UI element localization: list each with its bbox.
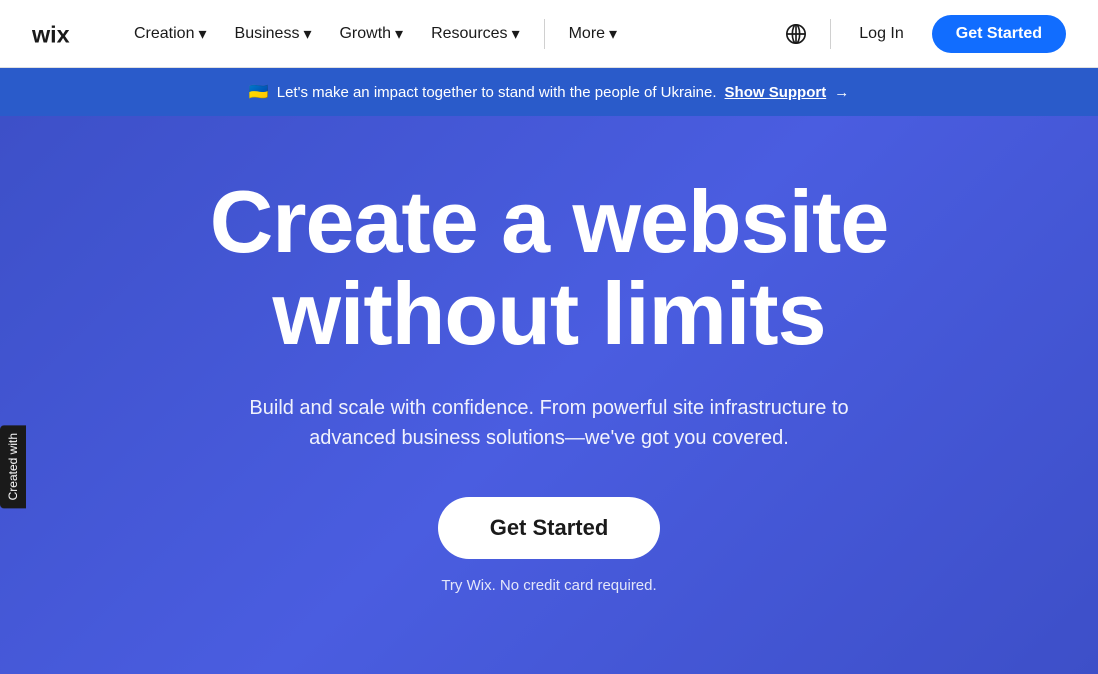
hero-subtitle: Build and scale with confidence. From po… xyxy=(249,393,849,453)
hero-get-started-button[interactable]: Get Started xyxy=(438,497,661,559)
login-button[interactable]: Log In xyxy=(847,17,915,51)
hero-title-line2: without limits xyxy=(272,264,825,363)
nav-item-growth[interactable]: Growth ▾ xyxy=(327,16,415,52)
banner-arrow-icon: → xyxy=(834,84,849,101)
hero-title: Create a website without limits xyxy=(210,176,889,361)
navbar-nav: Creation ▾ Business ▾ Growth ▾ Resources… xyxy=(122,16,778,52)
show-support-link[interactable]: Show Support xyxy=(725,84,827,101)
chevron-down-icon: ▾ xyxy=(395,24,403,44)
hero-disclaimer: Try Wix. No credit card required. xyxy=(441,577,656,594)
nav-item-resources-label: Resources xyxy=(431,25,507,43)
chevron-down-icon: ▾ xyxy=(198,24,206,44)
chevron-down-icon: ▾ xyxy=(512,24,520,44)
nav-item-business[interactable]: Business ▾ xyxy=(223,16,324,52)
hero-title-line1: Create a website xyxy=(210,172,889,271)
nav-right-divider xyxy=(830,19,831,49)
chevron-down-icon-more: ▾ xyxy=(609,24,617,44)
nav-divider xyxy=(544,19,545,49)
language-selector[interactable] xyxy=(778,16,814,52)
logo[interactable]: wix xyxy=(32,20,82,48)
get-started-nav-button[interactable]: Get Started xyxy=(932,15,1066,53)
nav-item-business-label: Business xyxy=(235,25,300,43)
navbar-right: Log In Get Started xyxy=(778,15,1066,53)
nav-item-more[interactable]: More ▾ xyxy=(557,16,629,52)
nav-more-label: More xyxy=(569,25,605,43)
nav-item-growth-label: Growth xyxy=(339,25,391,43)
created-with-tab[interactable]: Created with xyxy=(0,425,26,508)
svg-text:wix: wix xyxy=(32,21,70,47)
ukraine-banner: 🇺🇦 Let's make an impact together to stan… xyxy=(0,68,1098,116)
hero-section: Create a website without limits Build an… xyxy=(0,116,1098,674)
ukraine-flag: 🇺🇦 xyxy=(249,82,269,102)
nav-item-creation-label: Creation xyxy=(134,25,194,43)
nav-item-resources[interactable]: Resources ▾ xyxy=(419,16,532,52)
banner-text: Let's make an impact together to stand w… xyxy=(277,84,717,101)
nav-item-creation[interactable]: Creation ▾ xyxy=(122,16,219,52)
chevron-down-icon: ▾ xyxy=(303,24,311,44)
navbar: wix Creation ▾ Business ▾ Growth ▾ Resou… xyxy=(0,0,1098,68)
